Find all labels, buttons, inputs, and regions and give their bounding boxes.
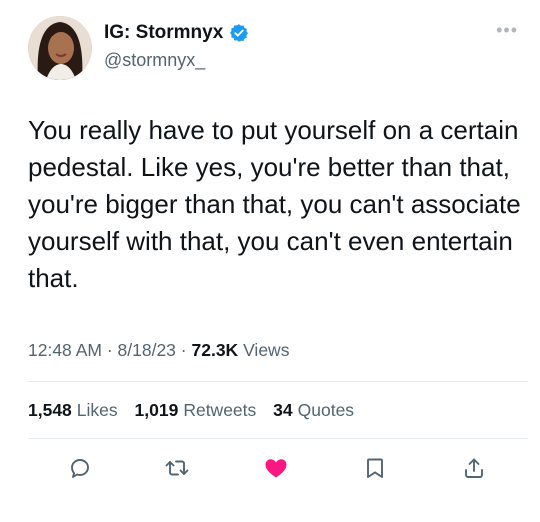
retweets-label: Retweets — [183, 400, 257, 420]
quotes-label: Quotes — [297, 400, 355, 420]
separator-dot: · — [180, 340, 192, 360]
likes-count: 1,548 — [28, 400, 72, 420]
quotes-stat[interactable]: 34 Quotes — [273, 400, 354, 420]
views-label: Views — [243, 340, 290, 360]
engagement-stats: 1,548 Likes 1,019 Retweets 34 Quotes — [28, 400, 366, 421]
divider — [28, 438, 528, 439]
avatar[interactable] — [28, 16, 92, 80]
action-bar — [0, 448, 540, 488]
divider — [28, 381, 528, 382]
tweet-time[interactable]: 12:48 AM — [28, 340, 102, 360]
retweet-icon[interactable] — [163, 454, 191, 482]
quotes-count: 34 — [273, 400, 293, 420]
likes-stat[interactable]: 1,548 Likes — [28, 400, 123, 420]
verified-badge-icon — [229, 23, 249, 43]
more-options-icon[interactable]: ••• — [496, 20, 518, 41]
author-name-row[interactable]: IG: Stormnyx — [104, 22, 249, 44]
likes-label: Likes — [76, 400, 118, 420]
tweet-text: You really have to put yourself on a cer… — [28, 115, 521, 293]
views-count: 72.3K — [191, 340, 239, 360]
retweets-stat[interactable]: 1,019 Retweets — [135, 400, 262, 420]
tweet-meta: 12:48 AM · 8/18/23 · 72.3K Views — [28, 340, 289, 361]
like-heart-icon[interactable] — [262, 454, 290, 482]
bookmark-icon[interactable] — [361, 454, 389, 482]
share-icon[interactable] — [460, 454, 488, 482]
author-handle[interactable]: @stormnyx_ — [104, 50, 205, 71]
tweet-date[interactable]: 8/18/23 — [118, 340, 176, 360]
author-display-name[interactable]: IG: Stormnyx — [104, 22, 223, 44]
separator-dot: · — [106, 340, 118, 360]
reply-icon[interactable] — [66, 454, 94, 482]
retweets-count: 1,019 — [134, 400, 179, 420]
